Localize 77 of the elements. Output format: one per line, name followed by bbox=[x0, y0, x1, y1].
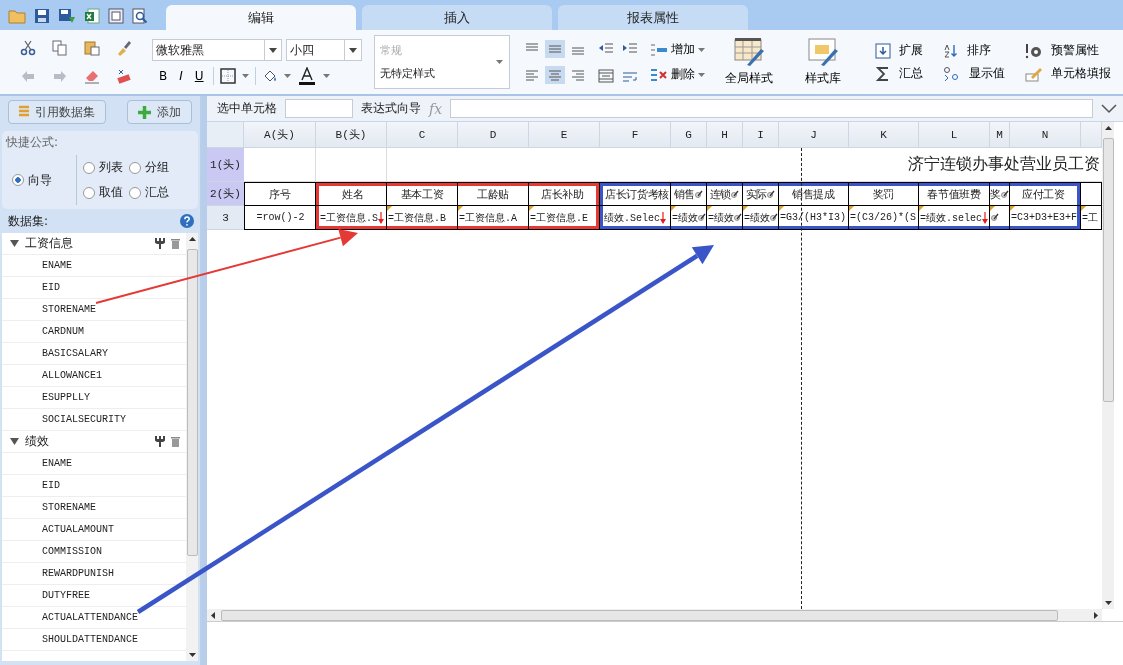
style-item[interactable]: 无特定样式 bbox=[380, 66, 496, 81]
table-cell[interactable]: =绩效.selec bbox=[919, 206, 990, 230]
font-family-select[interactable]: 微软雅黑 bbox=[152, 39, 282, 61]
table-cell[interactable]: =工资信息.A bbox=[458, 206, 529, 230]
column-header[interactable]: H bbox=[707, 122, 743, 148]
row-header[interactable]: 2(头) bbox=[207, 182, 244, 206]
column-header[interactable]: E bbox=[529, 122, 600, 148]
tool-button[interactable]: 显示值 bbox=[943, 65, 1019, 82]
table-cell[interactable]: =绩效 bbox=[743, 206, 779, 230]
table-cell[interactable]: 春节值班费 bbox=[919, 182, 990, 206]
radio-option[interactable]: 汇总 bbox=[129, 184, 169, 201]
table-cell[interactable]: 奖 bbox=[990, 182, 1010, 206]
style-button[interactable]: 样式库 bbox=[791, 37, 855, 87]
table-cell[interactable]: 销售 bbox=[671, 182, 707, 206]
radio-option[interactable]: 向导 bbox=[12, 171, 52, 189]
column-header[interactable]: A(头) bbox=[244, 122, 316, 148]
tool-button[interactable]: 扩展 bbox=[875, 42, 937, 59]
report-title: 济宁连锁办事处营业员工资 bbox=[908, 154, 1100, 175]
row-header[interactable]: 1(头) bbox=[207, 148, 244, 182]
table-cell[interactable]: 应付工资 bbox=[1010, 182, 1081, 206]
tree-group[interactable]: 绩效 bbox=[2, 431, 186, 453]
column-header[interactable]: K bbox=[849, 122, 919, 148]
field-item[interactable]: REWARDPUNISH bbox=[2, 563, 186, 585]
table-cell[interactable]: 实际 bbox=[743, 182, 779, 206]
radio-option[interactable]: 分组 bbox=[129, 159, 169, 176]
table-cell[interactable]: 店长订货考核 bbox=[600, 182, 671, 206]
table-cell[interactable]: =绩效 bbox=[707, 206, 743, 230]
column-header[interactable]: M bbox=[990, 122, 1010, 148]
column-header[interactable]: I bbox=[743, 122, 779, 148]
column-header[interactable]: C bbox=[387, 122, 458, 148]
column-header[interactable]: J bbox=[779, 122, 849, 148]
style-button[interactable]: 全局样式 bbox=[717, 37, 781, 87]
table-cell[interactable]: =绩效 bbox=[671, 206, 707, 230]
table-cell[interactable]: 店长补助 bbox=[529, 182, 600, 206]
table-cell[interactable]: =C3+D3+E3+F bbox=[1010, 206, 1081, 230]
font-size-select[interactable]: 小四 bbox=[286, 39, 362, 61]
table-cell[interactable]: =G3/(H3*I3) bbox=[779, 206, 849, 230]
field-label: 表达式向导 bbox=[361, 100, 421, 117]
table-cell[interactable]: 序号 bbox=[244, 182, 316, 206]
format-button[interactable]: U bbox=[191, 69, 207, 83]
column-header[interactable]: B(头) bbox=[316, 122, 387, 148]
row-header[interactable]: 3 bbox=[207, 206, 244, 230]
field-label: 选中单元格 bbox=[217, 100, 277, 117]
column-header[interactable]: N bbox=[1010, 122, 1081, 148]
sidebar-button[interactable]: 引用数据集 bbox=[8, 100, 106, 124]
table-cell[interactable]: 工龄贴 bbox=[458, 182, 529, 206]
table-cell[interactable]: 姓名 bbox=[316, 182, 387, 206]
table-cell[interactable]: 基本工资 bbox=[387, 182, 458, 206]
table-cell[interactable]: 绩效.Selec bbox=[600, 206, 671, 230]
section-label: 数据集: bbox=[8, 212, 49, 230]
column-header[interactable]: L bbox=[919, 122, 990, 148]
table-cell[interactable]: =工资信息.S bbox=[316, 206, 387, 230]
radio-option[interactable]: 取值 bbox=[83, 184, 123, 201]
table-cell[interactable]: =工资信息.B bbox=[387, 206, 458, 230]
ribbon-tab[interactable]: 插入 bbox=[362, 5, 552, 30]
table-cell[interactable]: 奖罚 bbox=[849, 182, 919, 206]
table-cell[interactable]: =(C3/26)*(S bbox=[849, 206, 919, 230]
table-cell[interactable]: =工资信息.E bbox=[529, 206, 600, 230]
table-cell[interactable]: 连锁 bbox=[707, 182, 743, 206]
tool-button[interactable]: 单元格填报 bbox=[1025, 65, 1123, 82]
tool-button[interactable]: 预警属性 bbox=[1025, 42, 1123, 59]
sidebar-button[interactable]: 添加 bbox=[127, 100, 192, 124]
column-header[interactable]: D bbox=[458, 122, 529, 148]
tool-button[interactable]: 汇总 bbox=[875, 65, 937, 82]
row-button[interactable]: 增加 bbox=[650, 41, 705, 58]
panel-title: 快捷公式: bbox=[6, 134, 60, 151]
tool-button[interactable]: 排序 bbox=[943, 42, 1019, 59]
row-button[interactable]: 删除 bbox=[650, 66, 705, 83]
radio-option[interactable]: 列表 bbox=[83, 159, 123, 176]
tree-group[interactable]: 工资信息 bbox=[2, 233, 186, 255]
ribbon-tab[interactable]: 报表属性 bbox=[558, 5, 748, 30]
table-cell[interactable]: =row()-2 bbox=[244, 206, 316, 230]
format-button[interactable]: B bbox=[156, 69, 171, 83]
format-button[interactable]: I bbox=[176, 69, 186, 83]
column-header[interactable]: F bbox=[600, 122, 671, 148]
column-header[interactable]: G bbox=[671, 122, 707, 148]
ribbon-tab[interactable]: 编辑 bbox=[166, 5, 356, 30]
